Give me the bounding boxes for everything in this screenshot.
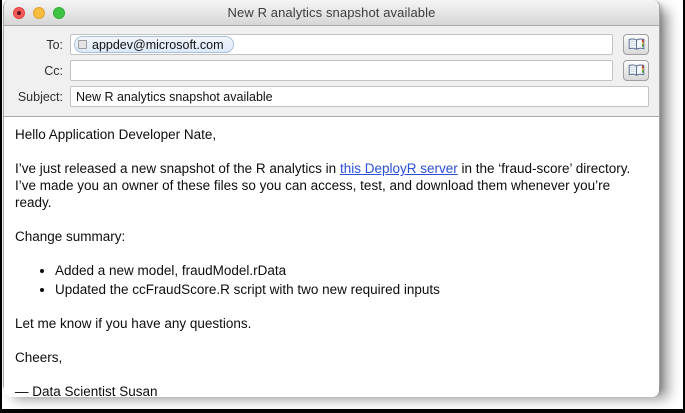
screenshot-frame: New R analytics snapshot available To: a…	[0, 0, 685, 413]
message-body-editor[interactable]: Hello Application Developer Nate, I’ve j…	[4, 117, 659, 397]
subject-field[interactable]	[70, 86, 649, 107]
signoff-line: Cheers,	[15, 350, 63, 365]
address-book-button-cc[interactable]	[623, 60, 649, 81]
to-field[interactable]: appdev@microsoft.com	[70, 34, 613, 55]
paragraph-release-text: I’ve just released a new snapshot of the…	[15, 161, 340, 176]
document-edited-dot-icon	[17, 11, 21, 15]
to-label: To:	[46, 37, 63, 52]
minimize-button[interactable]	[33, 7, 45, 19]
subject-input[interactable]	[74, 87, 645, 106]
cc-label: Cc:	[44, 63, 63, 78]
titlebar[interactable]: New R analytics snapshot available	[4, 0, 659, 26]
cc-input[interactable]	[74, 61, 609, 80]
close-button[interactable]	[13, 7, 25, 19]
cc-field[interactable]	[70, 60, 613, 81]
address-book-icon	[628, 64, 644, 76]
address-book-button-to[interactable]	[623, 34, 649, 55]
recipient-address: appdev@microsoft.com	[92, 37, 224, 52]
traffic-lights	[13, 0, 65, 26]
list-item: Added a new model, fraudModel.rData	[55, 262, 647, 280]
closing-line: Let me know if you have any questions.	[15, 316, 252, 331]
zoom-button[interactable]	[53, 7, 65, 19]
subject-label: Subject:	[17, 89, 63, 104]
mail-compose-window: New R analytics snapshot available To: a…	[3, 0, 660, 397]
list-item: Updated the ccFraudScore.R script with t…	[55, 281, 647, 299]
window-title: New R analytics snapshot available	[227, 5, 436, 20]
greeting-line: Hello Application Developer Nate,	[15, 127, 217, 142]
compose-header: To: appdev@microsoft.com Cc: Subject: Ne…	[4, 26, 659, 117]
cc-row: Cc:	[4, 60, 659, 81]
recipient-token[interactable]: appdev@microsoft.com	[74, 36, 234, 53]
signature-line: — Data Scientist Susan	[15, 384, 158, 397]
to-row: To: appdev@microsoft.com	[4, 34, 659, 55]
subject-row: Subject:	[4, 86, 659, 107]
contact-card-icon	[78, 40, 87, 49]
deployr-server-link[interactable]: this DeployR server	[340, 161, 458, 176]
address-book-icon	[628, 38, 644, 50]
paragraph-release: I’ve just released a new snapshot of the…	[15, 160, 647, 211]
change-summary-line: Change summary:	[15, 229, 126, 244]
change-list: Added a new model, fraudModel.rData Upda…	[15, 262, 647, 299]
